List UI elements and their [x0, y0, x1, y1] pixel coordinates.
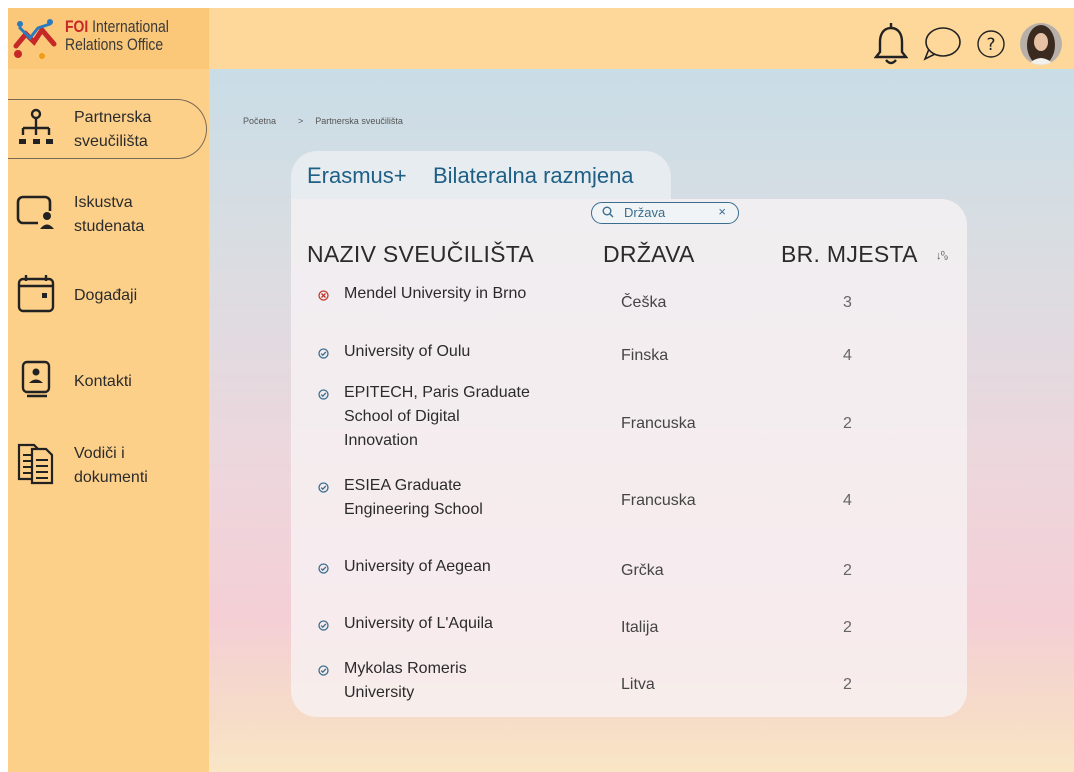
tab-bilateral-exchange[interactable]: Bilateralna razmjena: [433, 163, 634, 189]
country-cell: Italija: [621, 619, 659, 636]
svg-text:?: ?: [986, 35, 995, 55]
logo-line1: International: [92, 17, 169, 36]
foi-logo-icon: [13, 19, 57, 59]
places-cell: 4: [843, 492, 852, 509]
available-status-icon: [318, 482, 329, 493]
university-name: University of L'Aquila: [344, 612, 493, 636]
bell-icon[interactable]: [874, 22, 908, 66]
universities-table: Država × NAZIV SVEUČILIŠTA DRŽAVA BR. MJ…: [291, 199, 967, 717]
university-name: ESIEA Graduate Engineering School: [344, 474, 483, 522]
name-line: Innovation: [344, 432, 418, 449]
logo-text: FOI International Relations Office: [65, 18, 169, 54]
name-line: EPITECH, Paris Graduate: [344, 384, 530, 401]
university-name: University of Oulu: [344, 340, 470, 364]
name-line: Mendel University in Brno: [344, 285, 527, 302]
logo-brand: FOI: [65, 17, 89, 36]
label-line2: sveučilišta: [74, 133, 148, 150]
column-header-places[interactable]: BR. MJESTA: [781, 241, 918, 268]
university-name: Mendel University in Brno: [344, 282, 526, 306]
country-cell: Francuska: [621, 415, 696, 432]
available-status-icon: [318, 620, 329, 631]
sort-numeric-icon[interactable]: ↓⁰₉: [936, 249, 948, 262]
sidebar-item-events[interactable]: Događaji: [8, 265, 209, 327]
org-chart-icon: [19, 108, 53, 144]
breadcrumb-separator: >: [298, 116, 304, 126]
country-filter-chip[interactable]: Država ×: [591, 202, 739, 224]
contact-book-icon: [21, 360, 51, 398]
university-name: University of Aegean: [344, 555, 491, 579]
label-line1: Događaji: [74, 287, 138, 304]
chat-icon[interactable]: [922, 25, 962, 63]
logo-line2: Relations Office: [65, 35, 164, 54]
label-line1: Iskustva: [74, 194, 133, 211]
breadcrumb: Početna > Partnerska sveučilišta: [243, 116, 403, 126]
help-icon[interactable]: ?: [976, 29, 1006, 59]
unavailable-status-icon: [318, 290, 329, 301]
country-cell: Litva: [621, 676, 655, 693]
available-status-icon: [318, 389, 329, 400]
name-line: University of L'Aquila: [344, 615, 493, 632]
breadcrumb-home[interactable]: Početna: [243, 116, 276, 126]
tab-erasmus[interactable]: Erasmus+: [307, 163, 407, 189]
university-name: Mykolas Romeris University: [344, 657, 467, 705]
sidebar-item-label: Kontakti: [74, 370, 132, 394]
column-header-name[interactable]: NAZIV SVEUČILIŠTA: [307, 241, 534, 268]
sidebar-item-label: Događaji: [74, 284, 137, 308]
clear-filter-icon[interactable]: ×: [718, 204, 726, 219]
label-line2: studenata: [74, 218, 145, 235]
places-cell: 2: [843, 619, 852, 636]
sidebar-item-student-experiences[interactable]: Iskustva studenata: [8, 183, 209, 245]
sidebar-item-label: Vodiči i dokumenti: [74, 442, 148, 490]
sidebar-item-label: Iskustva studenata: [74, 191, 144, 239]
name-line: Engineering School: [344, 501, 483, 518]
name-line: Mykolas Romeris: [344, 660, 467, 677]
search-icon: [602, 206, 614, 218]
calendar-icon: [17, 275, 55, 313]
sidebar-item-label: Partnerska sveučilišta: [74, 106, 151, 154]
name-line: University: [344, 684, 415, 701]
sidebar: Partnerska sveučilišta Iskustva studenat…: [8, 69, 209, 772]
breadcrumb-current: Partnerska sveučilišta: [315, 116, 403, 126]
top-actions: ?: [874, 22, 1062, 66]
sidebar-item-guides-documents[interactable]: Vodiči i dokumenti: [8, 435, 209, 497]
available-status-icon: [318, 665, 329, 676]
places-cell: 3: [843, 294, 852, 311]
sidebar-item-contacts[interactable]: Kontakti: [8, 351, 209, 413]
column-header-country[interactable]: DRŽAVA: [603, 241, 695, 268]
places-cell: 2: [843, 415, 852, 432]
filter-label: Država: [624, 205, 666, 220]
places-cell: 4: [843, 347, 852, 364]
country-cell: Francuska: [621, 492, 696, 509]
available-status-icon: [318, 348, 329, 359]
label-line2: dokumenti: [74, 469, 148, 486]
country-cell: Češka: [621, 294, 667, 311]
label-line1: Partnerska: [74, 109, 152, 126]
places-cell: 2: [843, 562, 852, 579]
name-line: ESIEA Graduate: [344, 477, 462, 494]
places-cell: 2: [843, 676, 852, 693]
sidebar-item-partner-universities[interactable]: Partnerska sveučilišta: [8, 99, 207, 159]
available-status-icon: [318, 563, 329, 574]
name-line: University of Aegean: [344, 558, 491, 575]
name-line: University of Oulu: [344, 343, 471, 360]
country-cell: Grčka: [621, 562, 664, 579]
user-avatar[interactable]: [1020, 23, 1062, 65]
logo[interactable]: FOI International Relations Office: [8, 8, 209, 69]
documents-icon: [17, 443, 54, 485]
country-cell: Finska: [621, 347, 669, 364]
tab-bar: Erasmus+ Bilateralna razmjena: [291, 151, 671, 199]
label-line1: Kontakti: [74, 373, 132, 390]
student-screen-icon: [16, 195, 54, 229]
main-content: Početna > Partnerska sveučilišta Erasmus+ …: [209, 69, 1074, 772]
label-line1: Vodiči i: [74, 445, 125, 462]
name-line: School of Digital: [344, 408, 460, 425]
university-name: EPITECH, Paris Graduate School of Digita…: [344, 381, 530, 453]
